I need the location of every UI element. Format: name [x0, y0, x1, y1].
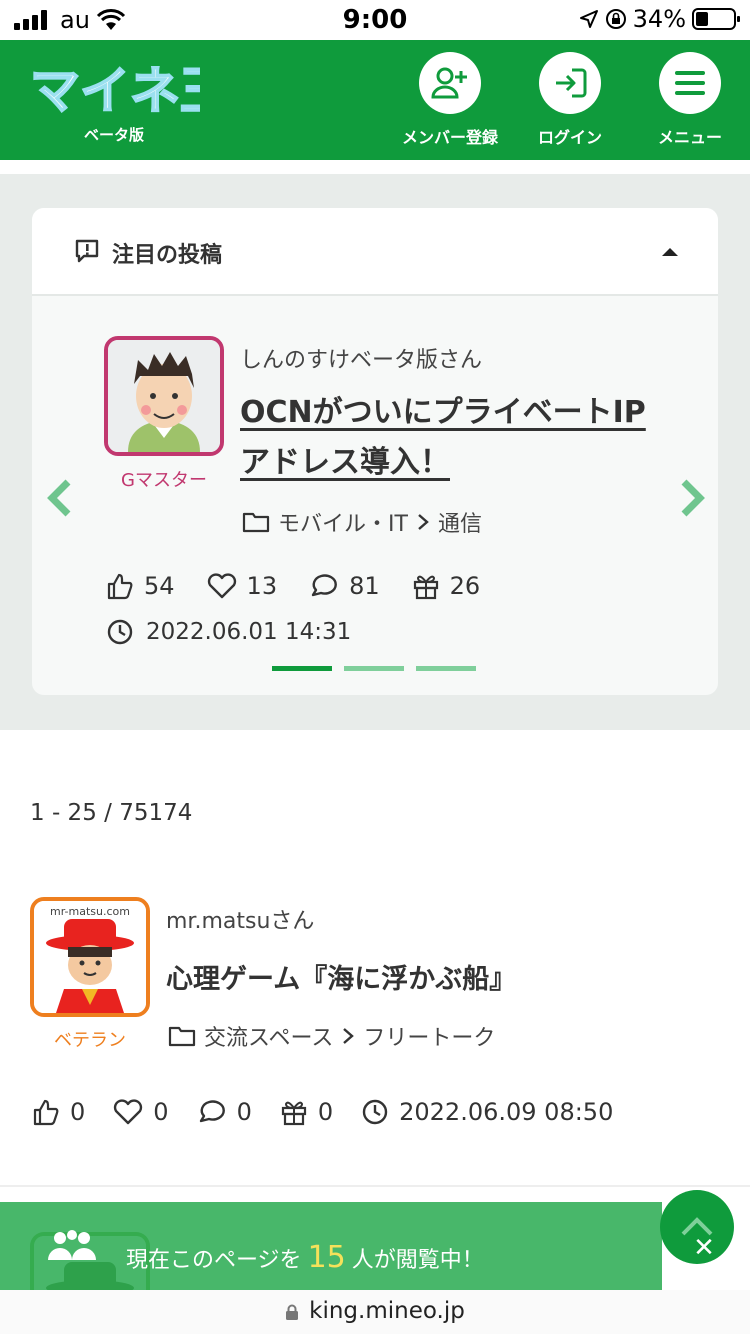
post-author[interactable]: mr.matsuさん [166, 903, 314, 935]
member-register-label: メンバー登録 [401, 128, 498, 147]
gift-icon [413, 575, 438, 600]
featured-avatar[interactable] [104, 336, 224, 456]
login-label: ログイン [537, 128, 602, 147]
logo-subtitle: ベータ版 [84, 126, 145, 144]
site-logo[interactable]: マイネ王 [30, 58, 200, 118]
featured-stats: 54 13 81 26 [106, 572, 512, 600]
subcategory-label: フリートーク [363, 1026, 496, 1051]
battery-icon [692, 8, 740, 30]
featured-date: 2022.06.01 14:31 [106, 618, 351, 646]
member-register-button[interactable]: メンバー登録 [390, 52, 510, 148]
viewer-text: 現在このページを 15 人が閲覧中！ [126, 1240, 484, 1275]
carousel-prev-icon[interactable] [44, 478, 74, 518]
gift-count[interactable]: 0 [280, 1098, 333, 1126]
carousel-dot[interactable] [416, 666, 476, 671]
like-count[interactable]: 54 [106, 572, 175, 600]
comment-count[interactable]: 0 [197, 1098, 252, 1126]
logo-text: マイネ王 [30, 62, 200, 118]
collapse-icon[interactable] [662, 248, 678, 256]
post-title[interactable]: 心理ゲーム『海に浮かぶ船』 [166, 957, 516, 996]
featured-title: 注目の投稿 [112, 243, 223, 268]
menu-button[interactable]: メニュー [630, 52, 750, 148]
result-count: 1 - 25 / 75174 [30, 800, 193, 826]
featured-header[interactable]: 注目の投稿 [32, 208, 718, 296]
viewer-count: 15 [307, 1240, 346, 1275]
menu-icon [675, 71, 705, 95]
battery-percent: 34% [632, 5, 686, 33]
heart-icon [207, 573, 236, 599]
login-button[interactable]: ログイン [510, 52, 630, 148]
clock-icon [362, 1099, 388, 1125]
carousel-next-icon[interactable] [678, 478, 708, 518]
folder-icon [168, 1026, 196, 1047]
chevron-right-icon [343, 1028, 355, 1044]
menu-label: メニュー [657, 128, 722, 147]
chevron-right-icon [418, 514, 429, 530]
like-count[interactable]: 0 [32, 1098, 85, 1126]
post-stats: 0 0 0 0 2022.06.09 08:50 [32, 1098, 613, 1126]
post-category[interactable]: 交流スペース フリートーク [168, 1020, 495, 1052]
post-avatar[interactable]: mr-matsu.com [30, 897, 150, 1017]
heart-count[interactable]: 13 [207, 572, 277, 600]
close-icon[interactable]: ✕ [690, 1234, 718, 1262]
comment-icon [199, 1100, 225, 1123]
post-rank: ベテラン [54, 1030, 126, 1051]
login-icon [556, 68, 587, 98]
thumbs-up-icon [33, 1099, 59, 1126]
avatar-caption: mr-matsu.com [50, 905, 130, 918]
heart-icon [114, 1099, 143, 1125]
carousel-dot[interactable] [272, 666, 332, 671]
url-bar[interactable]: king.mineo.jp [0, 1290, 750, 1334]
heart-count[interactable]: 0 [113, 1098, 169, 1126]
carousel-indicator [272, 666, 476, 671]
site-header: マイネ王 ベータ版 メンバー登録 ログイン メ [0, 40, 750, 160]
people-icon [48, 1230, 96, 1260]
gift-count[interactable]: 26 [412, 572, 480, 600]
featured-card: 注目の投稿 Gマスター しんのすけベータ版さん OCNがついにプライベートIPア… [32, 208, 718, 695]
featured-post-title[interactable]: OCNがついにプライベートIPアドレス導入！ [240, 388, 660, 488]
clock-icon [107, 619, 133, 645]
list-divider [0, 1185, 750, 1187]
subcategory-label: 通信 [437, 512, 482, 537]
post-date: 2022.06.09 08:50 [361, 1098, 613, 1126]
location-icon [579, 10, 598, 28]
comment-count[interactable]: 81 [309, 572, 380, 600]
url-text: king.mineo.jp [309, 1298, 465, 1324]
add-user-icon [431, 67, 467, 99]
thumbs-up-icon [107, 573, 133, 600]
featured-rank: Gマスター [121, 470, 207, 491]
folder-icon [242, 512, 270, 533]
category-label: 交流スペース [204, 1026, 334, 1051]
status-bar: au 9:00 34% [0, 0, 750, 40]
comment-icon [311, 574, 338, 597]
category-label: モバイル・IT [278, 512, 408, 537]
featured-author[interactable]: しんのすけベータ版さん [240, 342, 482, 374]
attention-icon [75, 239, 99, 263]
carousel-dot[interactable] [344, 666, 404, 671]
rotation-lock-icon [605, 9, 626, 29]
lock-icon [286, 1304, 299, 1320]
featured-category[interactable]: モバイル・IT 通信 [242, 506, 482, 538]
viewer-banner: 現在このページを 15 人が閲覧中！ [0, 1202, 662, 1290]
gift-icon [281, 1101, 306, 1126]
